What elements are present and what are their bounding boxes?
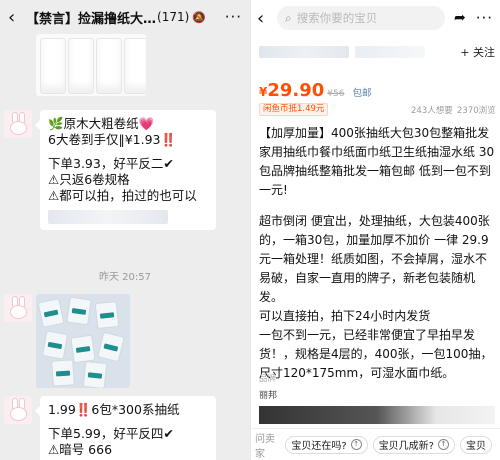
chat-bubble[interactable]: 1.99‼️6包*300系抽纸 下单5.99，好平反四✔ ⚠暗号 666 xyxy=(35,396,216,460)
tissue-roll-image[interactable] xyxy=(36,34,146,96)
price-row: ¥ 29.90 ¥56 包邮 xyxy=(259,80,495,102)
quick-question-chip[interactable]: 宝贝几成新? ↑ xyxy=(372,435,455,454)
product-panel: ‹ ⌕ 搜索你要的宝贝 ➦ ··· + 关注 ¥ 29.90 ¥56 包邮 闲鱼… xyxy=(250,0,500,460)
tissue-roll xyxy=(96,38,122,94)
product-title: 【加厚加量】400张抽纸大包30包整箱批发家用抽纸巾餐巾纸面巾纸卫生纸抽湿水纸 … xyxy=(259,126,495,197)
product-header: ‹ ⌕ 搜索你要的宝贝 ➦ ··· xyxy=(251,0,500,36)
member-count: (171) xyxy=(157,10,190,24)
blurred-link[interactable] xyxy=(48,210,168,224)
tissue-pack xyxy=(37,297,65,329)
message-text: 1.99‼️6包*300系抽纸 xyxy=(48,402,180,417)
message-text: 下单5.99，好平反四✔ xyxy=(48,426,174,441)
tissue-pack-photo[interactable] xyxy=(36,294,130,388)
seller-row: + 关注 xyxy=(259,42,495,64)
want-count: 243人想要 xyxy=(411,106,453,116)
tissue-pack xyxy=(97,331,125,363)
chip-label: 宝贝几成新? xyxy=(378,441,434,452)
tissue-roll xyxy=(40,38,66,94)
description-paragraph: 一包不到一元，已经非常便宜了早拍早发货！，规格是4层的，400张，一包100抽，… xyxy=(259,328,493,380)
message-text: ⚠只返6卷规格 xyxy=(48,172,130,187)
tissue-roll xyxy=(124,38,146,94)
description-paragraph: 可以直接拍，拍下24小时内发货 xyxy=(259,309,431,323)
view-count: 2370浏览 xyxy=(457,106,496,116)
free-shipping-label: 包邮 xyxy=(352,88,372,99)
message-text: 下单3.93，好平反二✔ xyxy=(48,156,174,171)
tissue-pack xyxy=(94,300,120,330)
message-line: 🌿原木大粗卷纸💗 xyxy=(48,116,208,132)
product-description: 超市倒闭 便宜出，处理抽纸，大包装400张的，一箱30包，加量加厚不加价 一律 … xyxy=(259,212,497,383)
chat-header: ‹ 【禁言】捡漏撸纸大… (171) 🔕 ··· xyxy=(0,0,250,34)
double-exclamation-icon: ‼️ xyxy=(160,132,177,147)
timestamp: 昨天 20:57 xyxy=(99,272,151,283)
quick-question-bar: 问卖家 宝贝还在吗? ↑ 宝贝几成新? ↑ 宝贝 xyxy=(251,428,500,460)
message-line: 6大卷到手仅‖¥1.93‼️ xyxy=(48,132,208,148)
tissue-pack xyxy=(66,296,92,326)
back-icon[interactable]: ‹ xyxy=(257,8,273,29)
blurred-seller-info xyxy=(355,46,425,58)
avatar[interactable] xyxy=(4,110,32,138)
message-text: 6大卷到手仅‖¥1.93 xyxy=(48,132,161,147)
quick-question-chip[interactable]: 宝贝 xyxy=(460,435,492,454)
brand-label: 品牌 xyxy=(259,374,277,384)
tissue-pack xyxy=(70,334,96,364)
avatar[interactable] xyxy=(4,294,32,322)
group-title: 【禁言】捡漏撸纸大… xyxy=(26,11,157,27)
message-text: ⚠暗号 666 xyxy=(48,442,113,457)
more-icon[interactable]: ··· xyxy=(476,9,493,27)
tissue-pack xyxy=(82,360,108,388)
product-image-strip[interactable] xyxy=(259,406,495,424)
chat-bubble[interactable]: 🌿原木大粗卷纸💗 6大卷到手仅‖¥1.93‼️ 下单3.93，好平反二✔ ⚠只返… xyxy=(35,110,216,230)
price: 29.90 xyxy=(267,80,325,101)
quick-question-chip[interactable]: 宝贝还在吗? ↑ xyxy=(285,435,368,454)
coin-discount-badge: 闲鱼币抵1.49元 xyxy=(259,103,329,116)
message-text: ⚠都可以拍，拍过的也可以 xyxy=(48,188,197,203)
price-symbol: ¥ xyxy=(259,85,268,99)
original-price: ¥56 xyxy=(327,89,345,99)
message-text: 🌿原木大粗卷纸💗 xyxy=(48,116,155,131)
brand-value: 丽邦 xyxy=(259,391,278,401)
blurred-seller-name xyxy=(259,46,349,58)
tissue-roll xyxy=(68,38,94,94)
search-icon: ⌕ xyxy=(285,10,292,25)
bell-icon[interactable]: 🔕 xyxy=(192,11,206,24)
chat-panel: ‹ 【禁言】捡漏撸纸大… (171) 🔕 ··· 🌿原木大粗卷纸💗 6大卷到手仅… xyxy=(0,0,250,460)
send-icon: ↑ xyxy=(438,439,449,450)
more-icon[interactable]: ··· xyxy=(225,8,242,26)
search-placeholder: 搜索你要的宝贝 xyxy=(296,11,378,25)
tissue-pack xyxy=(51,359,75,387)
ask-seller-label[interactable]: 问卖家 xyxy=(255,430,277,460)
send-icon: ↑ xyxy=(350,439,362,450)
description-paragraph: 超市倒闭 便宜出，处理抽纸，大包装400张的，一箱30包，加量加厚不加价 一律 … xyxy=(259,214,490,304)
follow-button[interactable]: + 关注 xyxy=(460,44,495,60)
chip-label: 宝贝 xyxy=(466,441,486,452)
back-icon[interactable]: ‹ xyxy=(8,7,22,28)
tissue-pack xyxy=(41,330,69,360)
avatar[interactable] xyxy=(4,396,32,424)
search-input[interactable]: ⌕ 搜索你要的宝贝 xyxy=(277,6,445,30)
chip-label: 宝贝还在吗? xyxy=(291,441,347,452)
share-icon[interactable]: ➦ xyxy=(454,10,466,26)
